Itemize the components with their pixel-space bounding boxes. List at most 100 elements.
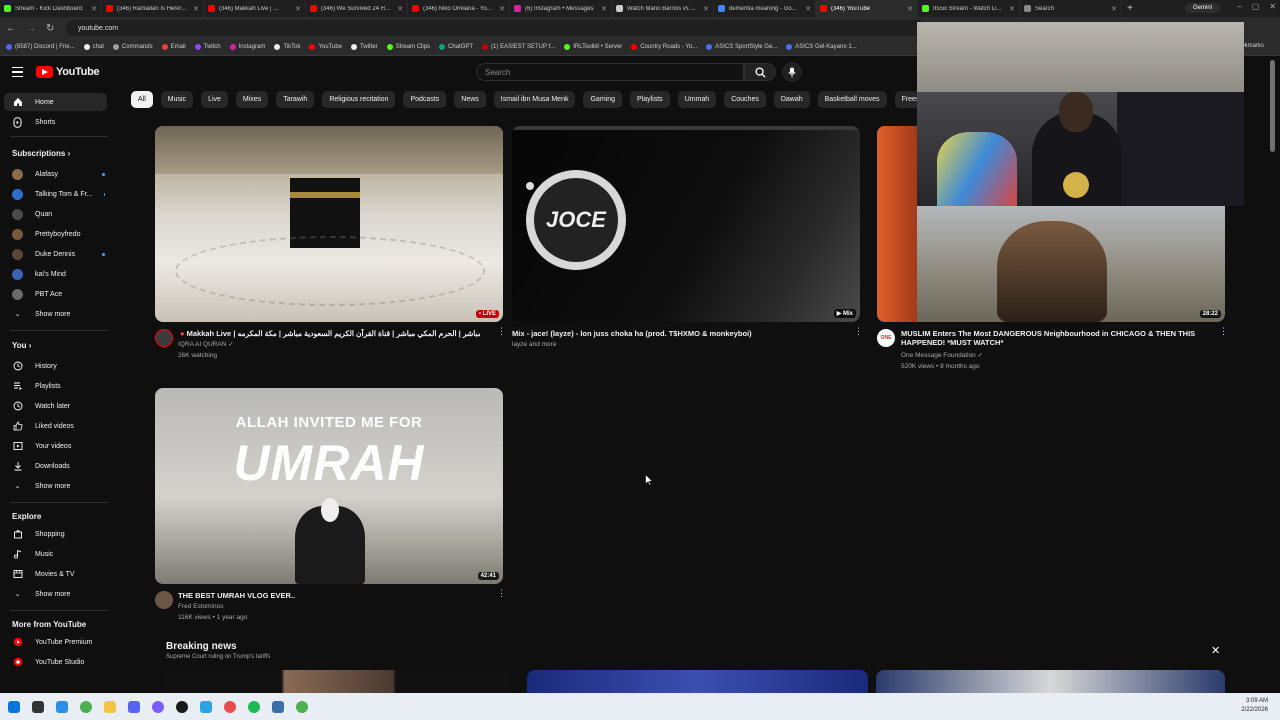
sidebar-item-watch-later[interactable]: Watch later bbox=[4, 397, 107, 415]
minimize-icon[interactable]: – bbox=[1237, 2, 1241, 11]
show-more-subscriptions[interactable]: ⌄ Show more bbox=[4, 305, 107, 323]
task-view-icon[interactable] bbox=[32, 700, 44, 713]
sidebar-item-liked-videos[interactable]: Liked videos bbox=[4, 417, 107, 435]
bookmark-item[interactable]: Twitter bbox=[351, 44, 378, 50]
subscription-item[interactable]: Prettyboyfredo bbox=[4, 225, 107, 243]
tab-close-icon[interactable]: ✕ bbox=[703, 5, 709, 13]
bookmark-item[interactable]: TikTok bbox=[274, 44, 300, 50]
subscription-item[interactable]: Alafasy bbox=[4, 165, 107, 183]
gemini-button[interactable]: Gemini bbox=[1184, 3, 1220, 13]
sidebar-item-home[interactable]: Home bbox=[4, 93, 107, 111]
news-thumbnail[interactable] bbox=[876, 670, 1225, 693]
menu-icon[interactable] bbox=[12, 67, 23, 77]
filter-chip[interactable]: Couches bbox=[724, 91, 766, 108]
bookmark-item[interactable]: (8587) Discord | Frie... bbox=[6, 44, 75, 50]
show-more-you[interactable]: ⌄ Show more bbox=[4, 477, 107, 495]
video-thumbnail[interactable]: ALLAH INVITED ME FOR UMRAH 42:41 bbox=[155, 388, 503, 584]
tab-close-icon[interactable]: ✕ bbox=[499, 5, 505, 13]
chrome-icon[interactable] bbox=[296, 700, 308, 713]
tab-close-icon[interactable]: ✕ bbox=[1009, 5, 1015, 13]
more-options-icon[interactable]: ⋮ bbox=[497, 589, 506, 598]
more-options-icon[interactable]: ⋮ bbox=[854, 327, 863, 336]
tab-close-icon[interactable]: ✕ bbox=[295, 5, 301, 13]
windows-start-icon[interactable] bbox=[8, 700, 20, 713]
filter-chip[interactable]: Ummah bbox=[677, 91, 717, 108]
sidebar-item-downloads[interactable]: Downloads bbox=[4, 457, 107, 475]
channel-name[interactable]: layze and more bbox=[512, 340, 556, 350]
search-input[interactable]: Search bbox=[476, 63, 744, 81]
sidebar-item-movies[interactable]: Movies & TV bbox=[4, 565, 107, 583]
bookmark-item[interactable]: Email bbox=[161, 44, 186, 50]
show-more-explore[interactable]: ⌄ Show more bbox=[4, 585, 107, 603]
app-icon[interactable] bbox=[272, 700, 284, 713]
sidebar-item-shopping[interactable]: Shopping bbox=[4, 525, 107, 543]
app-icon[interactable] bbox=[224, 700, 236, 713]
sidebar-item-music[interactable]: Music bbox=[4, 545, 107, 563]
sidebar-item-shorts[interactable]: Shorts bbox=[4, 113, 107, 131]
reload-icon[interactable]: ↻ bbox=[46, 23, 54, 34]
chrome-icon[interactable] bbox=[80, 700, 92, 713]
browser-tab[interactable]: (6) Instagram • Messages ✕ bbox=[510, 0, 612, 17]
close-icon[interactable]: ✕ bbox=[1211, 644, 1220, 657]
forward-icon[interactable]: → bbox=[26, 23, 36, 34]
bookmark-item[interactable]: Twitch bbox=[194, 44, 221, 50]
you-header[interactable]: You › bbox=[12, 341, 31, 350]
edge-icon[interactable] bbox=[56, 700, 68, 713]
video-thumbnail[interactable]: JOCE ▶ Mix bbox=[512, 126, 860, 322]
bookmark-item[interactable]: ASICS Gel-Kayano 1... bbox=[786, 44, 857, 50]
bookmark-item[interactable]: Instagram bbox=[229, 44, 265, 50]
news-thumbnail[interactable] bbox=[163, 670, 511, 693]
channel-name[interactable]: Fred Estominos bbox=[178, 602, 224, 612]
channel-avatar[interactable] bbox=[155, 591, 173, 609]
filter-chip[interactable]: Freestyle Rap bbox=[894, 91, 917, 108]
obs-icon[interactable] bbox=[176, 700, 188, 713]
filter-chip[interactable]: All bbox=[131, 91, 153, 108]
filter-chip[interactable]: Ismail ibn Musa Menk bbox=[493, 91, 576, 108]
channel-name[interactable]: One Message Foundation ✓ bbox=[901, 351, 983, 361]
filter-chip[interactable]: Dawah bbox=[773, 91, 810, 108]
video-title[interactable]: Mix - jace! (layze) - lon juss choka ha … bbox=[512, 329, 842, 338]
browser-tab[interactable]: Search ✕ bbox=[1020, 0, 1122, 17]
tab-close-icon[interactable]: ✕ bbox=[907, 5, 913, 13]
browser-tab[interactable]: (346) YouTube ✕ bbox=[816, 0, 918, 17]
filter-chip[interactable]: Gaming bbox=[583, 91, 622, 108]
bookmark-item[interactable]: (1) EASIEST SETUP f... bbox=[482, 44, 555, 50]
subscriptions-header[interactable]: Subscriptions › bbox=[12, 149, 70, 158]
subscription-item[interactable]: PBT Ace bbox=[4, 285, 107, 303]
video-title[interactable]: MUSLIM Enters The Most DANGEROUS Neighbo… bbox=[901, 329, 1211, 347]
sidebar-item-playlists[interactable]: Playlists bbox=[4, 377, 107, 395]
voice-search-button[interactable] bbox=[782, 62, 802, 82]
tab-close-icon[interactable]: ✕ bbox=[397, 5, 403, 13]
spotify-icon[interactable] bbox=[248, 700, 260, 713]
channel-name[interactable]: IQRA AI QURAN ✓ bbox=[178, 340, 234, 350]
more-options-icon[interactable]: ⋮ bbox=[1219, 327, 1228, 336]
sidebar-item-your-videos[interactable]: Your videos bbox=[4, 437, 107, 455]
sidebar-item-history[interactable]: History bbox=[4, 357, 107, 375]
tab-close-icon[interactable]: ✕ bbox=[91, 5, 97, 13]
channel-avatar[interactable]: ONE bbox=[877, 329, 895, 347]
channel-avatar[interactable] bbox=[155, 329, 173, 347]
sidebar-item-youtube-premium[interactable]: YouTube Premium bbox=[4, 633, 107, 651]
filter-chip[interactable]: Playlists bbox=[630, 91, 670, 108]
close-icon[interactable]: ✕ bbox=[1269, 2, 1276, 11]
filter-chip[interactable]: Music bbox=[160, 91, 194, 108]
bookmark-item[interactable]: Country Roads - Yo... bbox=[631, 44, 697, 50]
bookmark-item[interactable]: ChatGPT bbox=[439, 44, 473, 50]
back-icon[interactable]: ← bbox=[6, 23, 16, 34]
browser-tab[interactable]: (346) Ramadan Is Here!... ✕ bbox=[102, 0, 204, 17]
tab-close-icon[interactable]: ✕ bbox=[193, 5, 199, 13]
browser-tab[interactable]: (346) Niko Omilana - Yo... ✕ bbox=[408, 0, 510, 17]
system-clock[interactable]: 3:09 AM 2/22/2026 bbox=[1241, 697, 1268, 715]
video-title[interactable]: THE BEST UMRAH VLOG EVER.. bbox=[178, 591, 478, 600]
bookmark-item[interactable]: IRLToolkit • Server bbox=[564, 44, 622, 50]
youtube-logo[interactable]: YouTube bbox=[36, 66, 100, 78]
bookmark-item[interactable]: Stream Clips bbox=[386, 44, 430, 50]
new-tab-button[interactable]: + bbox=[1122, 3, 1138, 14]
browser-tab[interactable]: (346) We Survived 24 H... ✕ bbox=[306, 0, 408, 17]
tab-close-icon[interactable]: ✕ bbox=[601, 5, 607, 13]
browser-tab[interactable]: dementia meaning - Go... ✕ bbox=[714, 0, 816, 17]
browser-tab[interactable]: Stream - Kick Dashboard ✕ bbox=[0, 0, 102, 17]
subscription-item[interactable]: Quan bbox=[4, 205, 107, 223]
bookmark-item[interactable]: YouTube bbox=[309, 44, 342, 50]
filter-chip[interactable]: Basketball moves bbox=[817, 91, 887, 108]
